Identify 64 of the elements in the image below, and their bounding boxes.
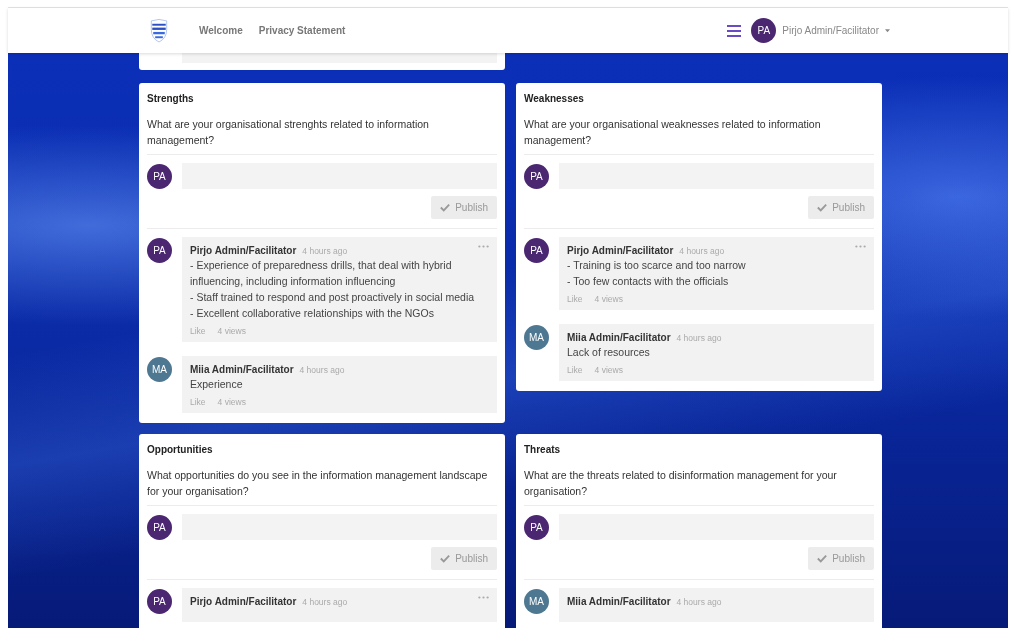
avatar: PA: [524, 164, 549, 189]
comment-text: - Staff trained to respond and post proactively in social media: [190, 290, 476, 305]
like-link[interactable]: Like: [190, 397, 206, 407]
avatar: PA: [751, 18, 777, 43]
timestamp: 4 hours ago: [302, 597, 348, 607]
author-name: Miia Admin/Facilitator: [567, 332, 671, 343]
menu-icon[interactable]: [727, 24, 742, 37]
logo-icon[interactable]: [149, 18, 169, 43]
comment-text: - Training is too scarce and too narrow: [567, 258, 747, 273]
question-text: What are your organisational strenghts related to information management?: [147, 117, 430, 148]
question-text: What are your organisational weaknesses related to information management?: [524, 117, 822, 148]
view-count: 4 views: [217, 326, 246, 336]
publish-button[interactable]: Publish: [431, 196, 497, 219]
author-name: Miia Admin/Facilitator: [190, 364, 294, 375]
avatar: PA: [147, 515, 172, 540]
card-title: Opportunities: [147, 444, 214, 455]
timestamp: 4 hours ago: [299, 365, 345, 375]
comment-text: - Experience of preparedness drills, that deal with hybrid influencing, including information influencing: [190, 258, 453, 289]
avatar: MA: [524, 589, 549, 614]
publish-button[interactable]: Publish: [431, 547, 497, 570]
timestamp: 4 hours ago: [676, 333, 722, 343]
card-title: Strengths: [147, 93, 195, 104]
timestamp: 4 hours ago: [676, 597, 722, 607]
author-name: Miia Admin/Facilitator: [567, 596, 671, 607]
user-menu-button[interactable]: Pirjo Admin/Facilitator: [782, 25, 890, 36]
comment-text: Lack of resources: [567, 345, 651, 360]
avatar: PA: [147, 164, 172, 189]
card-title: Weaknesses: [524, 93, 585, 104]
check-icon: [440, 203, 451, 212]
view-count: 4 views: [594, 294, 623, 304]
question-text: What opportunities do you see in the information management landscape for your organisation?: [147, 468, 489, 499]
comment-text: Experience: [190, 377, 244, 392]
avatar: PA: [147, 589, 172, 614]
author-name: Pirjo Admin/Facilitator: [190, 596, 297, 607]
nav-link[interactable]: Privacy Statement: [258, 25, 346, 36]
author-name: Pirjo Admin/Facilitator: [567, 245, 674, 256]
avatar: PA: [524, 515, 549, 540]
publish-button[interactable]: Publish: [808, 196, 874, 219]
timestamp: 4 hours ago: [679, 246, 725, 256]
caret-icon: [885, 28, 890, 33]
view-count: 4 views: [217, 397, 246, 407]
like-link[interactable]: Like: [190, 326, 206, 336]
like-link[interactable]: Like: [567, 294, 583, 304]
input-field[interactable]: [182, 53, 497, 63]
view-count: 4 views: [594, 365, 623, 375]
avatar: MA: [524, 325, 549, 350]
check-icon: [817, 554, 828, 563]
like-link[interactable]: Like: [567, 365, 583, 375]
more-options-icon[interactable]: [478, 596, 489, 599]
comment-text: - Too few contacts with the officials: [567, 274, 730, 289]
timestamp: 4 hours ago: [302, 246, 348, 256]
avatar: MA: [147, 357, 172, 382]
author-name: Pirjo Admin/Facilitator: [190, 245, 297, 256]
question-text: What are the threats related to disinformation management for your organisation?: [524, 468, 838, 499]
publish-button[interactable]: Publish: [808, 547, 874, 570]
avatar: PA: [147, 238, 172, 263]
check-icon: [817, 203, 828, 212]
avatar: PA: [524, 238, 549, 263]
more-options-icon[interactable]: [478, 245, 489, 248]
nav-link[interactable]: Welcome: [199, 25, 243, 36]
comment-text: - Excellent collaborative relationships with the NGOs: [190, 306, 435, 321]
card-title: Threats: [524, 444, 562, 455]
check-icon: [440, 554, 451, 563]
more-options-icon[interactable]: [855, 245, 866, 248]
